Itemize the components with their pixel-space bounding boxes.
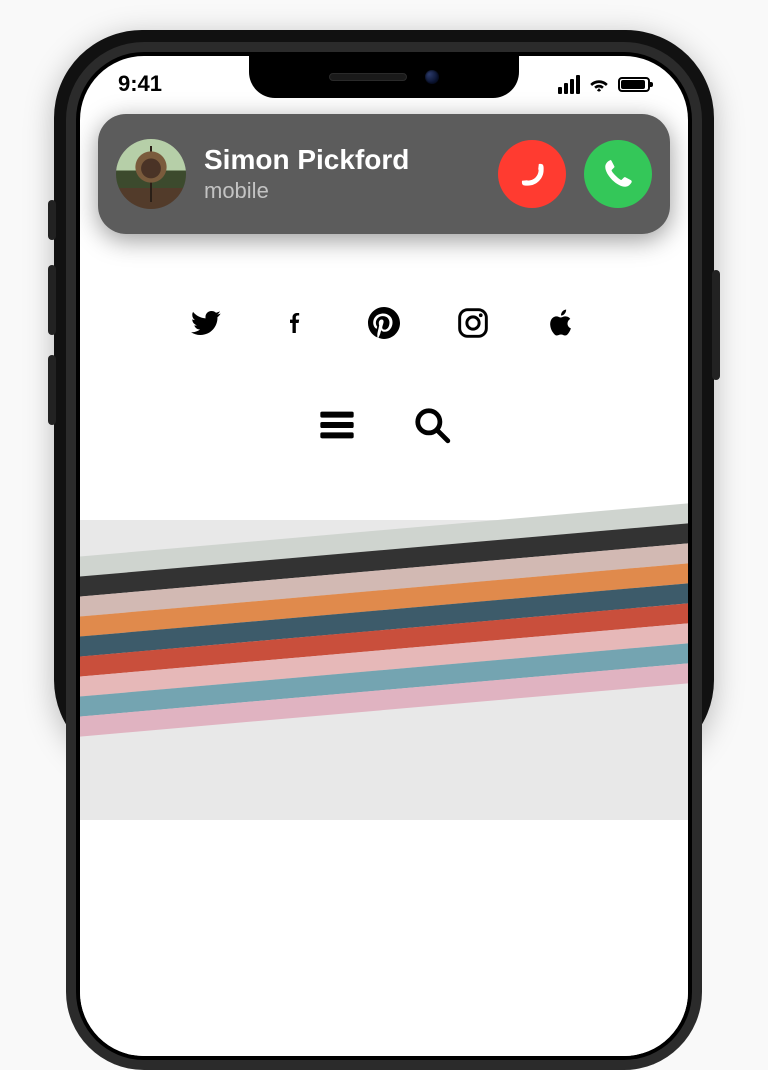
- notch: [249, 56, 519, 98]
- instagram-icon[interactable]: [456, 306, 490, 340]
- front-camera: [425, 70, 439, 84]
- status-time: 9:41: [118, 71, 162, 97]
- phone-down-icon: [508, 150, 556, 198]
- phone-screen: 9:41 Simon Pickford mobile: [80, 56, 688, 1056]
- battery-icon: [618, 77, 650, 92]
- hamburger-icon: [317, 405, 357, 445]
- side-button: [712, 270, 720, 380]
- pinterest-icon[interactable]: [367, 306, 401, 340]
- social-links-row: [80, 306, 688, 340]
- volume-down-button: [48, 355, 56, 425]
- incoming-call-banner[interactable]: Simon Pickford mobile: [98, 114, 670, 234]
- apple-icon[interactable]: [545, 306, 579, 340]
- menu-button[interactable]: [317, 405, 357, 445]
- background-page: [80, 251, 688, 1056]
- caller-subtitle: mobile: [204, 178, 498, 204]
- caller-info: Simon Pickford mobile: [204, 144, 498, 204]
- search-button[interactable]: [412, 405, 452, 445]
- status-indicators: [558, 75, 650, 94]
- call-actions: [498, 140, 652, 208]
- volume-up-button: [48, 265, 56, 335]
- facebook-icon[interactable]: [278, 306, 312, 340]
- decline-call-button[interactable]: [498, 140, 566, 208]
- earpiece-speaker: [329, 73, 407, 81]
- cellular-signal-icon: [558, 75, 580, 94]
- caller-avatar: [116, 139, 186, 209]
- phone-icon: [601, 157, 635, 191]
- twitter-icon[interactable]: [189, 306, 223, 340]
- hero-image: [80, 520, 688, 820]
- nav-row: [80, 405, 688, 445]
- wifi-icon: [588, 76, 610, 92]
- accept-call-button[interactable]: [584, 140, 652, 208]
- mute-switch: [48, 200, 56, 240]
- phone-frame: 9:41 Simon Pickford mobile: [54, 30, 714, 768]
- caller-name: Simon Pickford: [204, 144, 498, 176]
- search-icon: [413, 406, 451, 444]
